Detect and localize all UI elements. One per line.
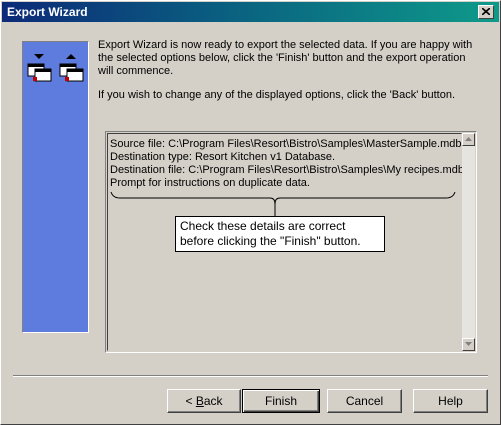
back-button-rest: ack bbox=[203, 394, 223, 408]
close-button[interactable] bbox=[478, 5, 494, 19]
callout-line-1: Check these details are correct bbox=[180, 219, 346, 233]
help-button[interactable]: Help bbox=[413, 389, 488, 413]
details-list-content: Source file: C:\Program Files\Resort\Bis… bbox=[107, 133, 464, 351]
back-button-mnemonic: B bbox=[195, 394, 204, 408]
scroll-up-button[interactable] bbox=[462, 133, 475, 146]
scroll-up-arrow-icon bbox=[465, 137, 472, 141]
close-icon bbox=[482, 8, 490, 15]
wizard-side-panel bbox=[22, 41, 89, 333]
detail-duplicate-prompt: Prompt for instructions on duplicate dat… bbox=[110, 177, 310, 189]
help-button-label: Help bbox=[438, 394, 463, 408]
callout-line-2: before clicking the "Finish" button. bbox=[180, 234, 361, 248]
cancel-button[interactable]: Cancel bbox=[327, 389, 402, 413]
button-divider bbox=[13, 375, 488, 377]
window-title: Export Wizard bbox=[7, 5, 88, 19]
intro-text: Export Wizard is now ready to export the… bbox=[98, 39, 478, 113]
details-brace-icon bbox=[110, 191, 456, 217]
detail-source-file: Source file: C:\Program Files\Resort\Bis… bbox=[110, 138, 462, 150]
intro-paragraph-1: Export Wizard is now ready to export the… bbox=[98, 39, 473, 77]
back-button[interactable]: < Back bbox=[167, 389, 241, 413]
finish-button-label: Finish bbox=[264, 394, 297, 408]
back-button-prefix: < bbox=[185, 394, 196, 408]
title-bar[interactable]: Export Wizard bbox=[2, 2, 499, 22]
finish-button[interactable]: Finish bbox=[242, 389, 320, 413]
export-details-list[interactable]: Source file: C:\Program Files\Resort\Bis… bbox=[105, 131, 477, 353]
details-lines: Source file: C:\Program Files\Resort\Bis… bbox=[110, 138, 464, 190]
details-callout: Check these details are correct before c… bbox=[175, 216, 385, 252]
scroll-down-arrow-icon bbox=[465, 342, 472, 346]
export-wizard-window: Export Wizard Export Wizard is now ready… bbox=[0, 0, 501, 425]
detail-destination-file: Destination file: C:\Program Files\Resor… bbox=[110, 164, 464, 176]
cancel-button-label: Cancel bbox=[345, 394, 384, 408]
export-wizard-icon bbox=[27, 54, 84, 82]
scroll-down-button[interactable] bbox=[462, 338, 475, 351]
details-scrollbar[interactable] bbox=[462, 133, 475, 351]
detail-destination-type: Destination type: Resort Kitchen v1 Data… bbox=[110, 151, 336, 163]
intro-paragraph-2: If you wish to change any of the display… bbox=[98, 89, 456, 101]
